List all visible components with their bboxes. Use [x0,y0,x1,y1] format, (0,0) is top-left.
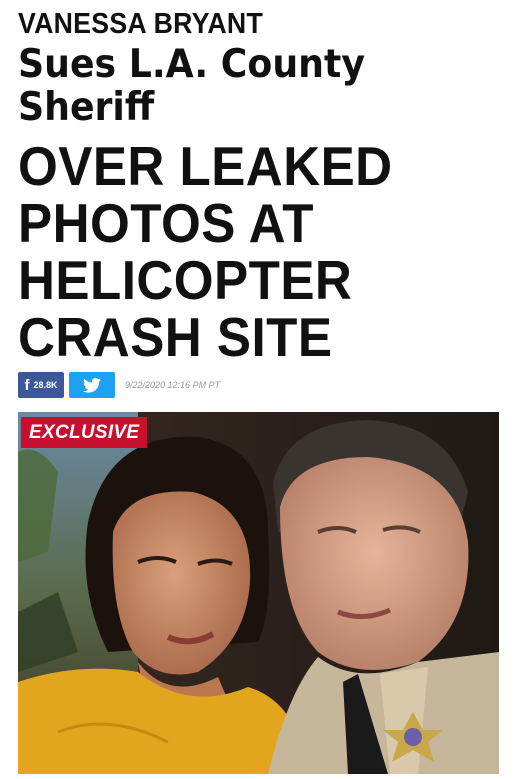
article-subhead: Sues L.A. County Sheriff [18,43,464,129]
article-headline: OVER LEAKED PHOTOS AT HELICOPTER CRASH S… [18,138,464,366]
headline-line-2: PHOTOS AT [18,192,314,254]
headline-line-1: OVER LEAKED [18,135,393,197]
subhead-line-1: Sues L.A. County [18,42,365,87]
headline-line-4: CRASH SITE [18,306,333,368]
twitter-bird-icon [83,377,101,393]
publish-timestamp: 9/22/2020 12:16 PM PT [125,380,221,390]
facebook-icon: f [24,376,30,394]
article-hero-image[interactable]: EXCLUSIVE [18,412,499,774]
hero-photo-illustration [18,412,499,774]
subhead-line-2: Sheriff [18,85,155,130]
facebook-share-button[interactable]: f 28.8K [18,372,64,398]
headline-line-3: HELICOPTER [18,249,353,311]
share-bar: f 28.8K 9/22/2020 12:16 PM PT [18,372,220,398]
facebook-share-count: 28.8K [33,380,58,390]
twitter-share-button[interactable] [69,372,115,398]
exclusive-badge: EXCLUSIVE [21,417,148,448]
article-kicker: VANESSA BRYANT [18,8,264,40]
